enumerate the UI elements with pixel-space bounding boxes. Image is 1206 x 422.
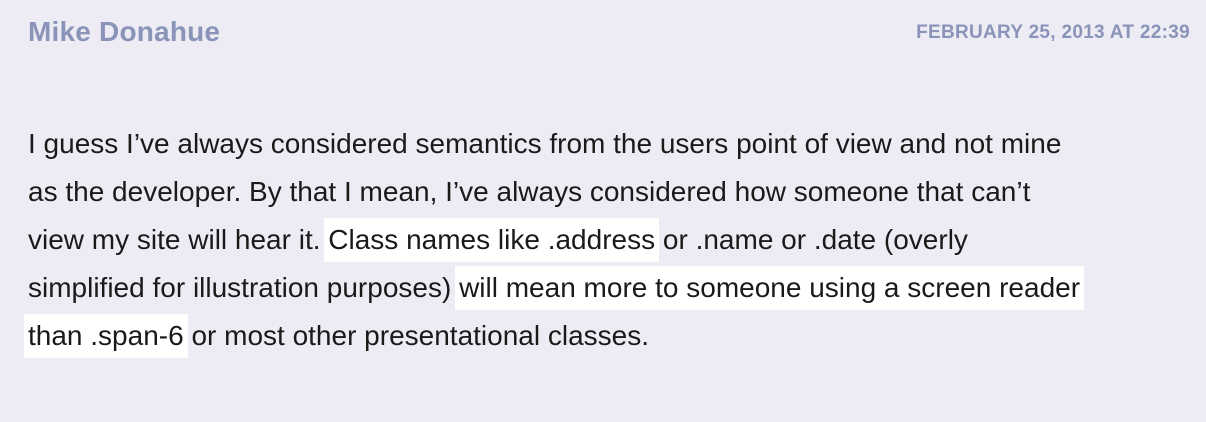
highlighted-text: Class names like .address <box>328 218 656 262</box>
comment-timestamp[interactable]: FEBRUARY 25, 2013 AT 22:39 <box>916 21 1190 45</box>
comment: Mike Donahue FEBRUARY 25, 2013 AT 22:39 … <box>0 0 1206 422</box>
comment-body: I guess I’ve always considered semantics… <box>28 120 1088 360</box>
comment-body-text: or most other presentational classes. <box>183 320 650 351</box>
comment-author[interactable]: Mike Donahue <box>28 14 220 50</box>
